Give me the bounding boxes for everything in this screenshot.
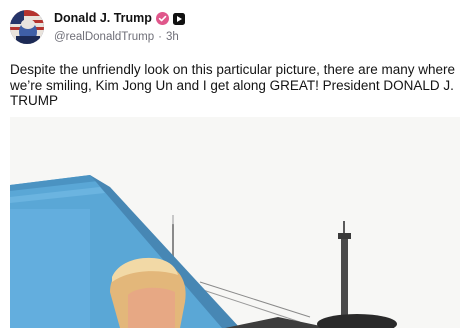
avatar-image (10, 10, 44, 44)
post-meta: @realDonaldTrump · 3h (54, 31, 179, 43)
post-text: Despite the unfriendly look on this part… (10, 62, 455, 108)
display-name[interactable]: Donald J. Trump (54, 11, 152, 25)
verified-badge-icon (155, 11, 169, 25)
post-media-image[interactable] (10, 117, 460, 328)
timestamp[interactable]: 3h (166, 31, 179, 43)
avatar[interactable] (10, 10, 44, 44)
meta-separator: · (158, 31, 162, 43)
post-header: Donald J. Trump @realDonaldTrump · 3h (10, 8, 460, 48)
handle[interactable]: @realDonaldTrump (54, 31, 154, 43)
source-badge-icon (172, 12, 185, 25)
photo (10, 117, 460, 328)
